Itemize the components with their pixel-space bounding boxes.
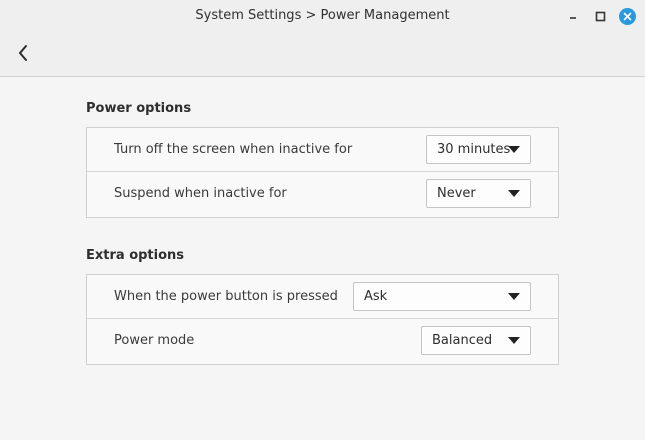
power-mode-label: Power mode (114, 333, 195, 348)
extra-options-heading: Extra options (86, 248, 185, 263)
close-icon (623, 12, 632, 21)
power-button-value: Ask (364, 289, 388, 304)
dropdown-arrow-icon (508, 337, 520, 344)
maximize-icon (595, 11, 606, 22)
suspend-row: Suspend when inactive for Never (87, 172, 558, 216)
power-options-heading: Power options (86, 101, 192, 116)
power-mode-value: Balanced (432, 333, 493, 348)
dropdown-arrow-icon (508, 146, 520, 153)
maximize-button[interactable] (592, 8, 609, 25)
dropdown-arrow-icon (508, 293, 520, 300)
power-mode-dropdown[interactable]: Balanced (421, 326, 531, 355)
suspend-value: Never (437, 186, 476, 201)
power-options-panel: Turn off the screen when inactive for 30… (86, 127, 559, 218)
window-title: System Settings > Power Management (195, 8, 450, 23)
suspend-label: Suspend when inactive for (114, 186, 287, 201)
screen-off-value: 30 minutes (437, 142, 511, 157)
power-button-row: When the power button is pressed Ask (87, 275, 558, 319)
screen-off-label: Turn off the screen when inactive for (114, 142, 353, 157)
chevron-left-icon (19, 45, 27, 61)
power-mode-row: Power mode Balanced (87, 319, 558, 363)
suspend-dropdown[interactable]: Never (426, 179, 531, 208)
minimize-icon (570, 17, 576, 19)
extra-options-panel: When the power button is pressed Ask Pow… (86, 274, 559, 365)
dropdown-arrow-icon (508, 190, 520, 197)
screen-off-dropdown[interactable]: 30 minutes (426, 135, 531, 164)
title-bar: System Settings > Power Management (0, 0, 645, 77)
close-button[interactable] (619, 8, 636, 25)
power-button-dropdown[interactable]: Ask (353, 282, 531, 311)
screen-off-row: Turn off the screen when inactive for 30… (87, 128, 558, 172)
settings-window: System Settings > Power Management Power… (0, 0, 645, 440)
minimize-button[interactable] (565, 8, 582, 25)
back-button[interactable] (12, 42, 34, 64)
power-button-label: When the power button is pressed (114, 289, 338, 304)
